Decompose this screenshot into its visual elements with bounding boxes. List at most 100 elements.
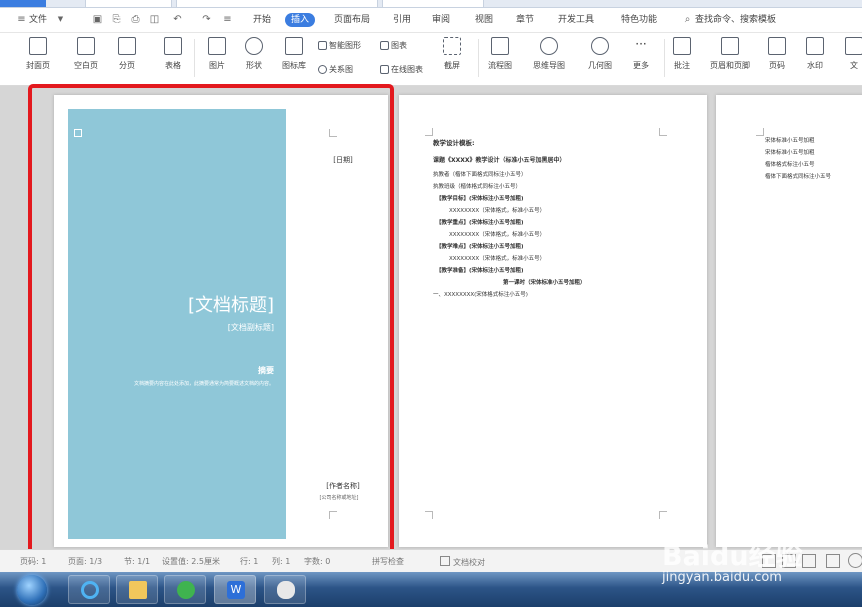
print-icon[interactable]: ⎙	[130, 14, 141, 25]
blank-page-button[interactable]: 空白页	[74, 37, 98, 71]
wps-writer-icon: W	[227, 581, 245, 599]
preview-icon[interactable]: ◫	[149, 14, 160, 25]
content-page-2[interactable]: 教学设计模板: 课题《XXXX》教学设计（标准小五号加黑居中） 执教者（楷体下面…	[399, 95, 707, 547]
tab-references[interactable]: 引用	[393, 14, 411, 26]
status-page-count[interactable]: 页面: 1/3	[68, 556, 102, 567]
mind-map-button[interactable]: 思维导图	[533, 37, 565, 71]
page2-line[interactable]: 执教班级（楷体格式同标注小五号）	[433, 184, 521, 191]
page2-line[interactable]: 【教学重点】(宋体标注小五号加粗)	[436, 220, 524, 227]
tab-developer[interactable]: 开发工具	[558, 14, 594, 26]
page2-line[interactable]: 一、XXXXXXXX(宋体格式标注小五号)	[433, 292, 528, 299]
tab-review[interactable]: 审阅	[432, 14, 450, 26]
redo-icon[interactable]: ↷	[201, 14, 212, 25]
smart-graphic-icon	[318, 41, 327, 50]
relation-chart-button[interactable]: 关系图	[318, 64, 353, 75]
page2-line[interactable]: XXXXXXXX（宋体格式，标准小五号）	[449, 232, 545, 239]
flowchart-button[interactable]: 流程图	[488, 37, 512, 71]
chevron-down-icon[interactable]: ▼	[55, 14, 66, 25]
status-section[interactable]: 节: 1/1	[124, 556, 150, 567]
page2-line[interactable]: 【教学准备】(宋体标注小五号加粗)	[436, 268, 524, 275]
search-icon[interactable]: ⌕	[682, 14, 693, 25]
tab-doc-3[interactable]	[382, 0, 484, 7]
tab-view[interactable]: 视图	[475, 14, 493, 26]
browser-taskbar-button[interactable]	[164, 575, 206, 604]
comment-button[interactable]: 批注	[673, 37, 691, 71]
tab-doc-2[interactable]	[176, 0, 378, 7]
text-button[interactable]: 文	[845, 37, 862, 71]
command-search[interactable]: 查找命令、搜索模板	[695, 14, 776, 26]
watermark-url: jingyan.baidu.com	[662, 570, 782, 585]
page3-line[interactable]: 楷体格式标注小五号	[765, 162, 815, 169]
page2-line[interactable]: 课题《XXXX》教学设计（标准小五号加黑居中）	[433, 157, 566, 164]
menu-file[interactable]: 文件	[29, 14, 47, 26]
menu-icon[interactable]: ≡	[16, 14, 27, 25]
chart-button[interactable]: 图表	[380, 40, 407, 51]
tab-special-features[interactable]: 特色功能	[621, 14, 657, 26]
online-chart-button[interactable]: 在线图表	[380, 64, 423, 75]
cover-page-button[interactable]: 封面页	[26, 37, 50, 71]
table-label: 表格	[165, 61, 181, 70]
tab-page-layout[interactable]: 页面布局	[334, 14, 370, 26]
status-word-count[interactable]: 字数: 0	[304, 556, 330, 567]
status-page-number[interactable]: 页码: 1	[20, 556, 46, 567]
doc-proofread-label: 文档校对	[453, 558, 485, 567]
browser-icon	[177, 581, 195, 599]
undo-icon[interactable]: ↶	[172, 14, 183, 25]
doc-proofread-button[interactable]: 文档校对	[440, 556, 485, 568]
page2-line[interactable]: 执教者（楷体下面格式同标注小五号）	[433, 172, 527, 179]
margin-corner	[756, 128, 764, 136]
wechat-taskbar-button[interactable]	[264, 575, 306, 604]
table-button[interactable]: 表格	[164, 37, 182, 71]
tab-insert[interactable]: 插入	[285, 13, 316, 27]
page2-line[interactable]: 【教学难点】(宋体标注小五号加粗)	[436, 244, 524, 251]
app-logo[interactable]	[0, 0, 46, 7]
cover-page-icon	[29, 37, 47, 55]
flowchart-label: 流程图	[488, 61, 512, 70]
ribbon-separator	[194, 39, 195, 77]
spell-check-button[interactable]: 拼写检查	[372, 556, 404, 567]
page2-line[interactable]: 教学设计模板:	[433, 140, 475, 147]
page2-line[interactable]: 第一课时（宋体标准小五号加粗）	[503, 280, 586, 287]
export-icon[interactable]: ⎘	[111, 14, 122, 25]
smart-graphic-button[interactable]: 智能图形	[318, 40, 361, 51]
customize-icon[interactable]: ≡	[222, 14, 233, 25]
watermark-brand: Baidu经验	[662, 541, 803, 572]
page3-line[interactable]: 宋体标准小五号加粗	[765, 150, 815, 157]
page3-line[interactable]: 楷体下面格式同标注小五号	[765, 174, 831, 181]
status-column[interactable]: 列: 1	[272, 556, 290, 567]
watermark-button[interactable]: 水印	[806, 37, 824, 71]
comment-label: 批注	[674, 61, 690, 70]
page2-line[interactable]: XXXXXXXX（宋体格式，标准小五号）	[449, 208, 545, 215]
explorer-taskbar-button[interactable]	[116, 575, 158, 604]
page2-line[interactable]: 【教学目标】(宋体标注小五号加粗)	[436, 196, 524, 203]
margin-corner	[425, 511, 433, 519]
save-icon[interactable]: ▣	[92, 14, 103, 25]
content-page-3[interactable]: 宋体标准小五号加粗 宋体标准小五号加粗 楷体格式标注小五号 楷体下面格式同标注小…	[716, 95, 862, 547]
tab-doc-1[interactable]	[85, 0, 172, 7]
tab-home[interactable]: 开始	[253, 14, 271, 26]
picture-button[interactable]: 图片	[208, 37, 226, 71]
header-footer-label: 页眉和页脚	[710, 61, 750, 70]
picture-label: 图片	[209, 61, 225, 70]
more-button[interactable]: ··· 更多	[632, 37, 650, 71]
page-break-button[interactable]: 分页	[118, 37, 136, 71]
shape-button[interactable]: 形状	[245, 37, 263, 71]
wps-taskbar-button[interactable]: W	[214, 575, 256, 604]
header-footer-button[interactable]: 页眉和页脚	[710, 37, 750, 71]
tab-section[interactable]: 章节	[516, 14, 534, 26]
relation-chart-label: 关系图	[329, 65, 353, 74]
screenshot-button[interactable]: 截屏	[443, 37, 461, 71]
status-setting-value[interactable]: 设置值: 2.5厘米	[162, 556, 220, 567]
text-label: 文	[850, 61, 858, 70]
menu-bar: ≡ 文件 ▼ ▣ ⎘ ⎙ ◫ ↶ ↷ ≡ 开始 插入 页面布局 引用 审阅 视图…	[0, 8, 862, 33]
page2-line[interactable]: XXXXXXXX（宋体格式，标准小五号）	[449, 256, 545, 263]
icon-library-button[interactable]: 图标库	[282, 37, 306, 71]
status-row[interactable]: 行: 1	[240, 556, 258, 567]
start-button[interactable]	[17, 575, 47, 605]
watermark-label: 水印	[807, 61, 823, 70]
ie-taskbar-button[interactable]	[68, 575, 110, 604]
page3-line[interactable]: 宋体标准小五号加粗	[765, 138, 815, 145]
page-number-button[interactable]: 页码	[768, 37, 786, 71]
geometry-button[interactable]: 几何图	[588, 37, 612, 71]
mind-map-label: 思维导图	[533, 61, 565, 70]
